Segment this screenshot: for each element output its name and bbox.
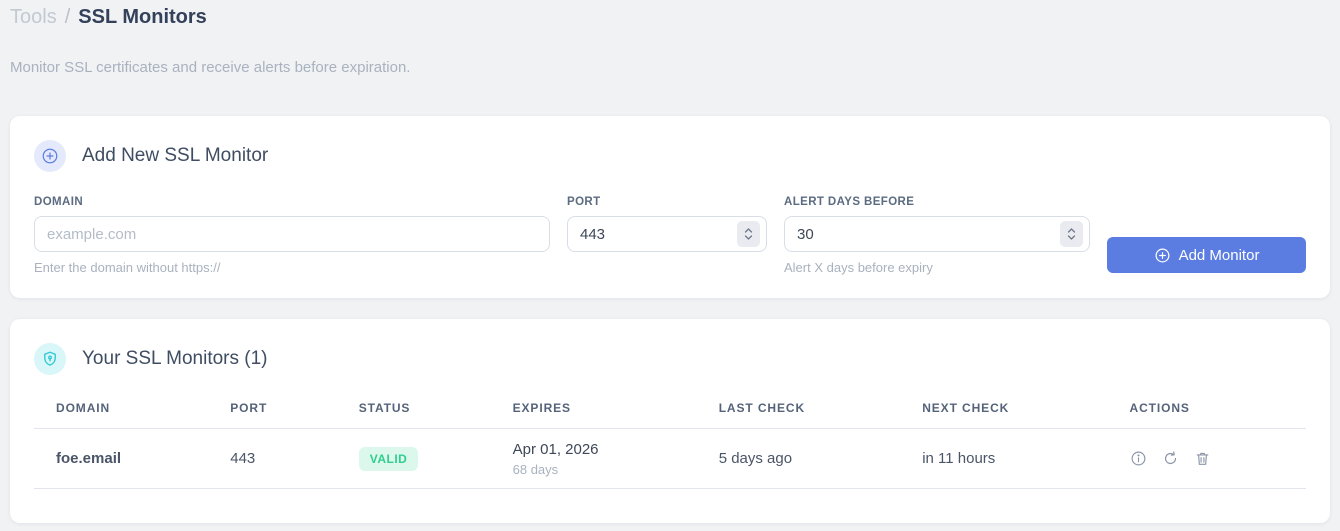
- column-header-status: STATUS: [336, 401, 491, 429]
- column-header-domain: DOMAIN: [34, 401, 209, 429]
- alert-days-field-group: ALERT DAYS BEFORE Alert X days before ex…: [784, 196, 1090, 275]
- chevron-up-icon: [1067, 228, 1076, 233]
- status-badge: VALID: [358, 446, 419, 471]
- add-monitor-button-label: Add Monitor: [1178, 246, 1260, 264]
- page-title: SSL Monitors: [78, 6, 207, 28]
- monitors-list-card: Your SSL Monitors (1) DOMAIN PORT STATUS…: [10, 319, 1330, 523]
- chevron-down-icon: [1067, 235, 1076, 240]
- cell-status: VALID: [336, 428, 491, 489]
- delete-button[interactable]: [1194, 450, 1211, 467]
- column-header-next-check: NEXT CHECK: [900, 401, 1108, 429]
- add-monitor-form: DOMAIN Enter the domain without https://…: [34, 196, 1306, 275]
- port-helper-spacer: [567, 260, 767, 274]
- add-monitor-card: Add New SSL Monitor DOMAIN Enter the dom…: [10, 116, 1330, 298]
- refresh-button[interactable]: [1162, 450, 1179, 467]
- add-monitor-header: Add New SSL Monitor: [34, 140, 1306, 172]
- breadcrumb: Tools / SSL Monitors: [10, 6, 1330, 29]
- chevron-up-icon: [744, 228, 753, 233]
- plus-circle-icon: [1155, 248, 1170, 262]
- table-row: foe.email 443 VALID Apr 01, 2026 68 days…: [34, 428, 1306, 489]
- shield-lock-icon: [34, 343, 66, 375]
- add-monitor-button[interactable]: Add Monitor: [1107, 237, 1306, 273]
- breadcrumb-separator: /: [64, 6, 71, 28]
- domain-input[interactable]: [34, 216, 550, 252]
- ssl-monitors-page: Tools / SSL Monitors Monitor SSL certifi…: [0, 0, 1340, 523]
- alert-days-helper-text: Alert X days before expiry: [784, 260, 933, 275]
- column-header-actions: ACTIONS: [1107, 401, 1306, 429]
- domain-field-group: DOMAIN Enter the domain without https://: [34, 196, 550, 275]
- info-icon: [1131, 451, 1145, 466]
- port-stepper[interactable]: [737, 221, 760, 247]
- port-field-group: PORT: [567, 196, 767, 274]
- port-label: PORT: [567, 196, 601, 208]
- cell-last-check: 5 days ago: [696, 428, 901, 489]
- row-actions: [1130, 450, 1306, 467]
- trash-icon: [1196, 452, 1208, 465]
- monitors-list-title: Your SSL Monitors (1): [82, 348, 268, 369]
- page-subtitle: Monitor SSL certificates and receive ale…: [10, 59, 411, 76]
- alert-days-label: ALERT DAYS BEFORE: [784, 196, 915, 208]
- add-monitor-title: Add New SSL Monitor: [82, 145, 269, 166]
- alert-days-input[interactable]: [784, 216, 1090, 252]
- cell-domain: foe.email: [34, 428, 209, 489]
- domain-label: DOMAIN: [34, 196, 84, 208]
- column-header-port: PORT: [208, 401, 337, 429]
- monitors-list-header: Your SSL Monitors (1): [34, 343, 1306, 375]
- cell-next-check: in 11 hours: [900, 428, 1108, 489]
- cell-expires: Apr 01, 2026 68 days: [490, 428, 697, 489]
- domain-helper-text: Enter the domain without https://: [34, 260, 221, 275]
- refresh-icon: [1164, 451, 1176, 465]
- chevron-down-icon: [744, 235, 753, 240]
- column-header-expires: EXPIRES: [490, 401, 697, 429]
- alert-days-stepper[interactable]: [1060, 221, 1083, 247]
- cell-port: 443: [208, 428, 337, 489]
- monitors-table: DOMAIN PORT STATUS EXPIRES LAST CHECK NE…: [34, 401, 1306, 489]
- expires-date: Apr 01, 2026: [512, 440, 599, 458]
- expires-days-remaining: 68 days: [512, 461, 559, 477]
- info-button[interactable]: [1130, 450, 1147, 467]
- cell-actions: [1107, 428, 1306, 489]
- column-header-last-check: LAST CHECK: [696, 401, 901, 429]
- breadcrumb-tools-link[interactable]: Tools: [10, 6, 57, 29]
- table-header-row: DOMAIN PORT STATUS EXPIRES LAST CHECK NE…: [34, 401, 1306, 429]
- plus-circle-icon: [34, 140, 66, 172]
